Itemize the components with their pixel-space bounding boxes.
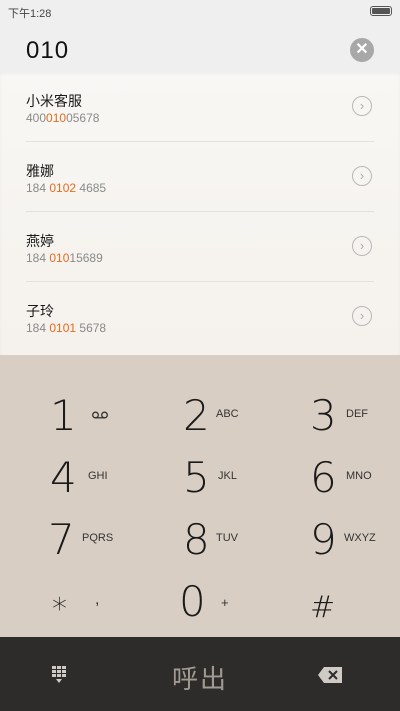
status-bar: 下午1:28	[0, 0, 400, 24]
key-5[interactable]: 5 JKL	[133, 447, 266, 509]
chevron-right-icon[interactable]: ›	[352, 96, 372, 116]
key-0[interactable]: 0 +	[133, 571, 266, 633]
key-letters: WXYZ	[344, 532, 376, 544]
contact-number: 40001005678	[26, 111, 100, 125]
key-1[interactable]: 1	[0, 385, 133, 447]
key-letters: TUV	[216, 532, 238, 544]
bottom-bar: 呼出	[0, 637, 400, 711]
chevron-right-icon[interactable]: ›	[352, 166, 372, 186]
contact-suggestions: 小米客服 40001005678 › 雅娜 184 0102 4685 › 燕婷…	[0, 72, 400, 355]
key-letters: JKL	[218, 470, 237, 482]
contact-number: 184 0101 5678	[26, 321, 107, 335]
key-9[interactable]: 9 WXYZ	[266, 509, 399, 571]
key-star[interactable]: * ,	[0, 571, 133, 633]
list-item[interactable]: 小米客服 40001005678 ›	[0, 72, 400, 142]
key-digit: 5	[183, 453, 210, 502]
key-digit: #	[310, 590, 336, 625]
list-item[interactable]: 雅娜 184 0102 4685 ›	[0, 142, 400, 212]
key-letters: +	[221, 595, 229, 610]
key-digit: 0	[179, 577, 206, 626]
contact-name: 燕婷	[26, 233, 54, 249]
key-7[interactable]: 7 PQRS	[0, 509, 133, 571]
key-digit: 2	[183, 391, 210, 440]
key-6[interactable]: 6 MNO	[266, 447, 399, 509]
contact-name: 子玲	[26, 303, 54, 319]
list-item[interactable]: 子玲 184 0101 5678 ›	[0, 282, 400, 352]
key-letters: ,	[95, 591, 100, 608]
key-digit: 3	[310, 391, 337, 440]
contact-number: 184 01015689	[26, 251, 103, 265]
list-item[interactable]: 燕婷 184 01015689 ›	[0, 212, 400, 282]
dial-keypad: 1 2 ABC 3 DEF 4 GHI 5 JKL 6 MNO 7 PQRS 8…	[0, 355, 400, 637]
key-hash[interactable]: #	[266, 571, 399, 633]
contact-number: 184 0102 4685	[26, 181, 107, 195]
key-letters: MNO	[346, 470, 372, 482]
key-digit: 7	[48, 515, 75, 564]
key-digit: 8	[183, 515, 210, 564]
key-digit: 6	[310, 453, 337, 502]
backspace-icon[interactable]	[318, 667, 342, 683]
dial-input-bar: 010 ✕	[0, 24, 400, 72]
chevron-right-icon[interactable]: ›	[352, 236, 372, 256]
key-3[interactable]: 3 DEF	[266, 385, 399, 447]
key-digit: 4	[50, 453, 77, 502]
voicemail-icon	[92, 411, 108, 419]
contact-name: 雅娜	[26, 163, 54, 179]
key-8[interactable]: 8 TUV	[133, 509, 266, 571]
battery-icon	[370, 6, 392, 16]
key-letters: DEF	[346, 408, 368, 420]
key-letters: PQRS	[82, 532, 114, 544]
key-digit: 9	[310, 515, 337, 564]
key-letters: ABC	[216, 408, 239, 420]
key-2[interactable]: 2 ABC	[133, 385, 266, 447]
contact-name: 小米客服	[26, 93, 82, 109]
key-letters: GHI	[88, 470, 108, 482]
key-digit: 1	[50, 391, 77, 440]
status-time: 下午1:28	[8, 8, 52, 20]
chevron-right-icon[interactable]: ›	[352, 306, 372, 326]
clear-icon[interactable]: ✕	[350, 38, 374, 62]
key-4[interactable]: 4 GHI	[0, 447, 133, 509]
key-digit: *	[52, 592, 67, 627]
dialed-number[interactable]: 010	[26, 37, 69, 65]
